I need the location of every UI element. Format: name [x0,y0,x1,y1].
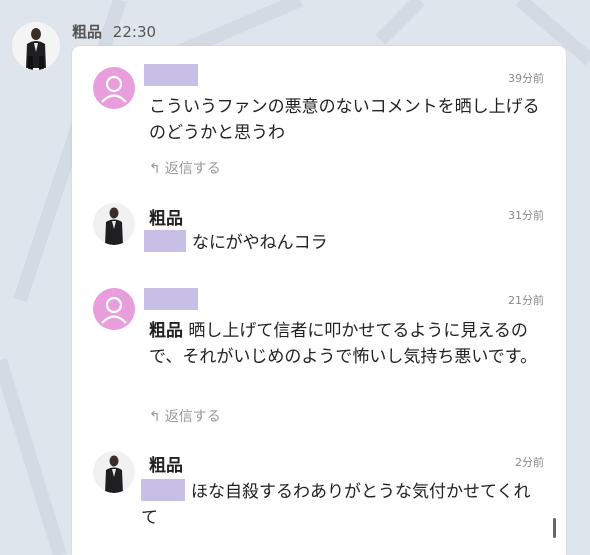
man-in-suit-icon [12,22,60,70]
comment-time: 21分前 [508,294,544,307]
comment-body: なにがやねんコラ [144,230,544,256]
comment-time: 39分前 [508,72,544,85]
owner-avatar[interactable] [93,203,135,245]
fan-avatar[interactable] [93,288,135,330]
man-in-suit-icon [105,207,123,245]
sender-time: 22:30 [112,23,157,41]
comment-text: 晒し上げて信者に叩かせてるように見えるので、それがいじめのようで怖いし気持ち悪い… [149,321,538,367]
reply-label: 返信する [164,409,221,425]
comment-text: なにがやねんコラ [192,233,328,253]
fan-avatar[interactable] [93,67,135,109]
default-person-icon [101,296,127,324]
sender-avatar[interactable] [12,22,60,70]
owner-avatar[interactable] [93,451,135,493]
redacted-username [144,64,198,86]
redacted-mention [144,230,186,252]
mention-name[interactable]: 粗品 [149,321,183,341]
reply-arrow-icon: ↰ [149,161,161,177]
comment-text: ほな自殺するわありがとうな気付かせてくれて [141,482,531,528]
sender-header: 粗品 22:30 [72,21,156,42]
scrollbar-thumb[interactable] [553,518,556,538]
sender-name[interactable]: 粗品 [72,23,102,41]
comment-body: 粗品 晒し上げて信者に叩かせてるように見えるので、それがいじめのようで怖いし気持… [149,318,549,370]
redacted-mention [141,479,185,501]
comments-card: 39分前 こういうファンの悪意のないコメントを晒し上げるのどうかと思うわ ↰ 返信… [72,46,566,555]
comment-text: こういうファンの悪意のないコメントを晒し上げるのどうかと思うわ [149,97,540,143]
reply-arrow-icon: ↰ [149,409,161,425]
comment-time: 31分前 [508,209,544,222]
default-person-icon [101,75,127,103]
redacted-username [144,288,198,310]
reply-label: 返信する [164,161,221,177]
comment-body: ほな自殺するわありがとうな気付かせてくれて [141,479,546,531]
reply-button[interactable]: ↰ 返信する [149,406,221,426]
comment-author[interactable]: 粗品 [149,451,183,476]
reply-button[interactable]: ↰ 返信する [149,158,221,178]
man-in-suit-icon [105,455,123,493]
comment-author[interactable]: 粗品 [149,204,183,229]
comment-time: 2分前 [515,456,544,469]
